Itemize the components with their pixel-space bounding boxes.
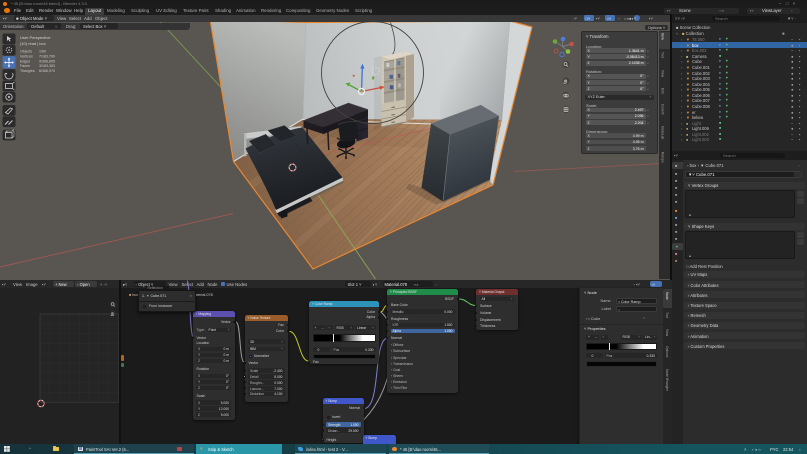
svg-text:User Perspective: User Perspective	[20, 35, 51, 40]
svg-text:Edges: Edges	[20, 59, 30, 63]
svg-text:(10) nhat | box: (10) nhat | box	[20, 41, 46, 46]
svg-text:9/366,895: 9/366,895	[39, 59, 55, 63]
svg-text:6/366,970: 6/366,970	[39, 69, 55, 73]
svg-text:Vertices: Vertices	[20, 54, 33, 58]
svg-text:Objects: Objects	[20, 50, 32, 54]
svg-text:Triangles: Triangles	[20, 69, 35, 73]
svg-text:7/183,769: 7/183,769	[39, 54, 55, 58]
svg-text:Faces: Faces	[20, 64, 30, 68]
svg-text:1/69: 1/69	[39, 50, 46, 54]
svg-text:3/183,363: 3/183,363	[39, 64, 55, 68]
